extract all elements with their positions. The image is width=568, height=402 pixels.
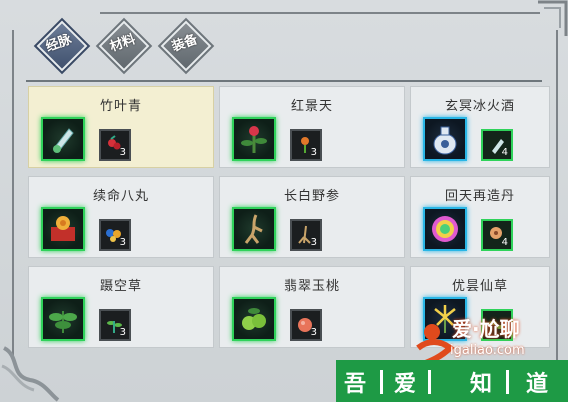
porcelain-jar-icon[interactable] xyxy=(423,117,467,161)
frame-right xyxy=(556,30,558,370)
material-count: 4 xyxy=(501,237,508,248)
pill-box-icon[interactable] xyxy=(41,207,85,251)
herb-flower-icon[interactable] xyxy=(232,117,276,161)
rainbow-orb-icon[interactable] xyxy=(423,207,467,251)
green-peach-icon[interactable] xyxy=(232,297,276,341)
watermark-separator xyxy=(428,370,431,394)
watermark-char: 道 xyxy=(526,372,549,397)
recipe-name: 续命八丸 xyxy=(92,189,149,204)
recipe-card-life-pills[interactable]: 续命八丸 3 xyxy=(28,176,214,258)
bottle-material-icon[interactable]: 4 xyxy=(481,129,513,161)
recipe-name: 长白野参 xyxy=(283,189,340,204)
cup-material-icon[interactable]: 4 xyxy=(481,219,513,251)
tab-divider xyxy=(26,80,542,82)
recipe-name: 蹑空草 xyxy=(99,279,142,294)
material-count: 3 xyxy=(310,327,317,338)
watermark-site-name: 爱·尬聊 xyxy=(452,317,520,341)
material-count: 3 xyxy=(310,237,317,248)
ginseng-root-icon[interactable] xyxy=(232,207,276,251)
recipe-card-jade-peach[interactable]: 翡翠玉桃 3 xyxy=(219,266,405,348)
recipe-card-xuanming-wine[interactable]: 玄冥冰火酒 4 xyxy=(410,86,550,168)
material-count: 3 xyxy=(119,327,126,338)
sprout-material-icon[interactable]: 3 xyxy=(99,309,131,341)
recipe-name: 玄冥冰火酒 xyxy=(444,99,515,114)
watermark-separator xyxy=(506,370,509,394)
recipe-card-revival-elixir[interactable]: 回天再造丹 4 xyxy=(410,176,550,258)
recipe-card-changbai-ginseng[interactable]: 长白野参 3 xyxy=(219,176,405,258)
pill-cluster-material-icon[interactable]: 3 xyxy=(99,219,131,251)
recipe-name: 翡翠玉桃 xyxy=(283,279,340,294)
root-material-icon[interactable]: 3 xyxy=(290,219,322,251)
recipe-card-nie-kong-grass[interactable]: 蹑空草 3 xyxy=(28,266,214,348)
material-count: 3 xyxy=(119,237,126,248)
recipe-name: 优昙仙草 xyxy=(451,279,508,294)
watermark-char: 吾 xyxy=(344,372,367,397)
peach-material-icon[interactable]: 3 xyxy=(290,309,322,341)
recipe-card-bamboo-leaf-green[interactable]: 竹叶青 3 xyxy=(28,86,214,168)
crafting-panel: 经脉 材料 装备 竹叶青 3 红景天 3 玄冥冰火酒 4 续命八丸 3 长白野参… xyxy=(0,0,568,402)
flame-herb-material-icon[interactable]: 3 xyxy=(290,129,322,161)
recipe-name: 回天再造丹 xyxy=(444,189,515,204)
watermark-site-url: igaliao.com xyxy=(450,343,525,358)
corner-ornament-bottom-left xyxy=(1,346,60,402)
material-count: 3 xyxy=(119,147,126,158)
recipe-name: 竹叶青 xyxy=(99,99,142,114)
frame-top xyxy=(100,12,540,14)
leaf-icon[interactable] xyxy=(41,297,85,341)
watermark-char: 爱 xyxy=(394,372,417,397)
red-berry-material-icon[interactable]: 3 xyxy=(99,129,131,161)
material-count: 4 xyxy=(501,147,508,158)
material-count: 3 xyxy=(310,147,317,158)
corner-ornament-top-right xyxy=(538,0,568,36)
recipe-card-rhodiola[interactable]: 红景天 3 xyxy=(219,86,405,168)
watermark-char: 知 xyxy=(470,372,493,397)
watermark-separator xyxy=(380,370,383,394)
potion-bottle-icon[interactable] xyxy=(41,117,85,161)
recipe-name: 红景天 xyxy=(290,99,333,114)
frame-left xyxy=(12,30,14,360)
